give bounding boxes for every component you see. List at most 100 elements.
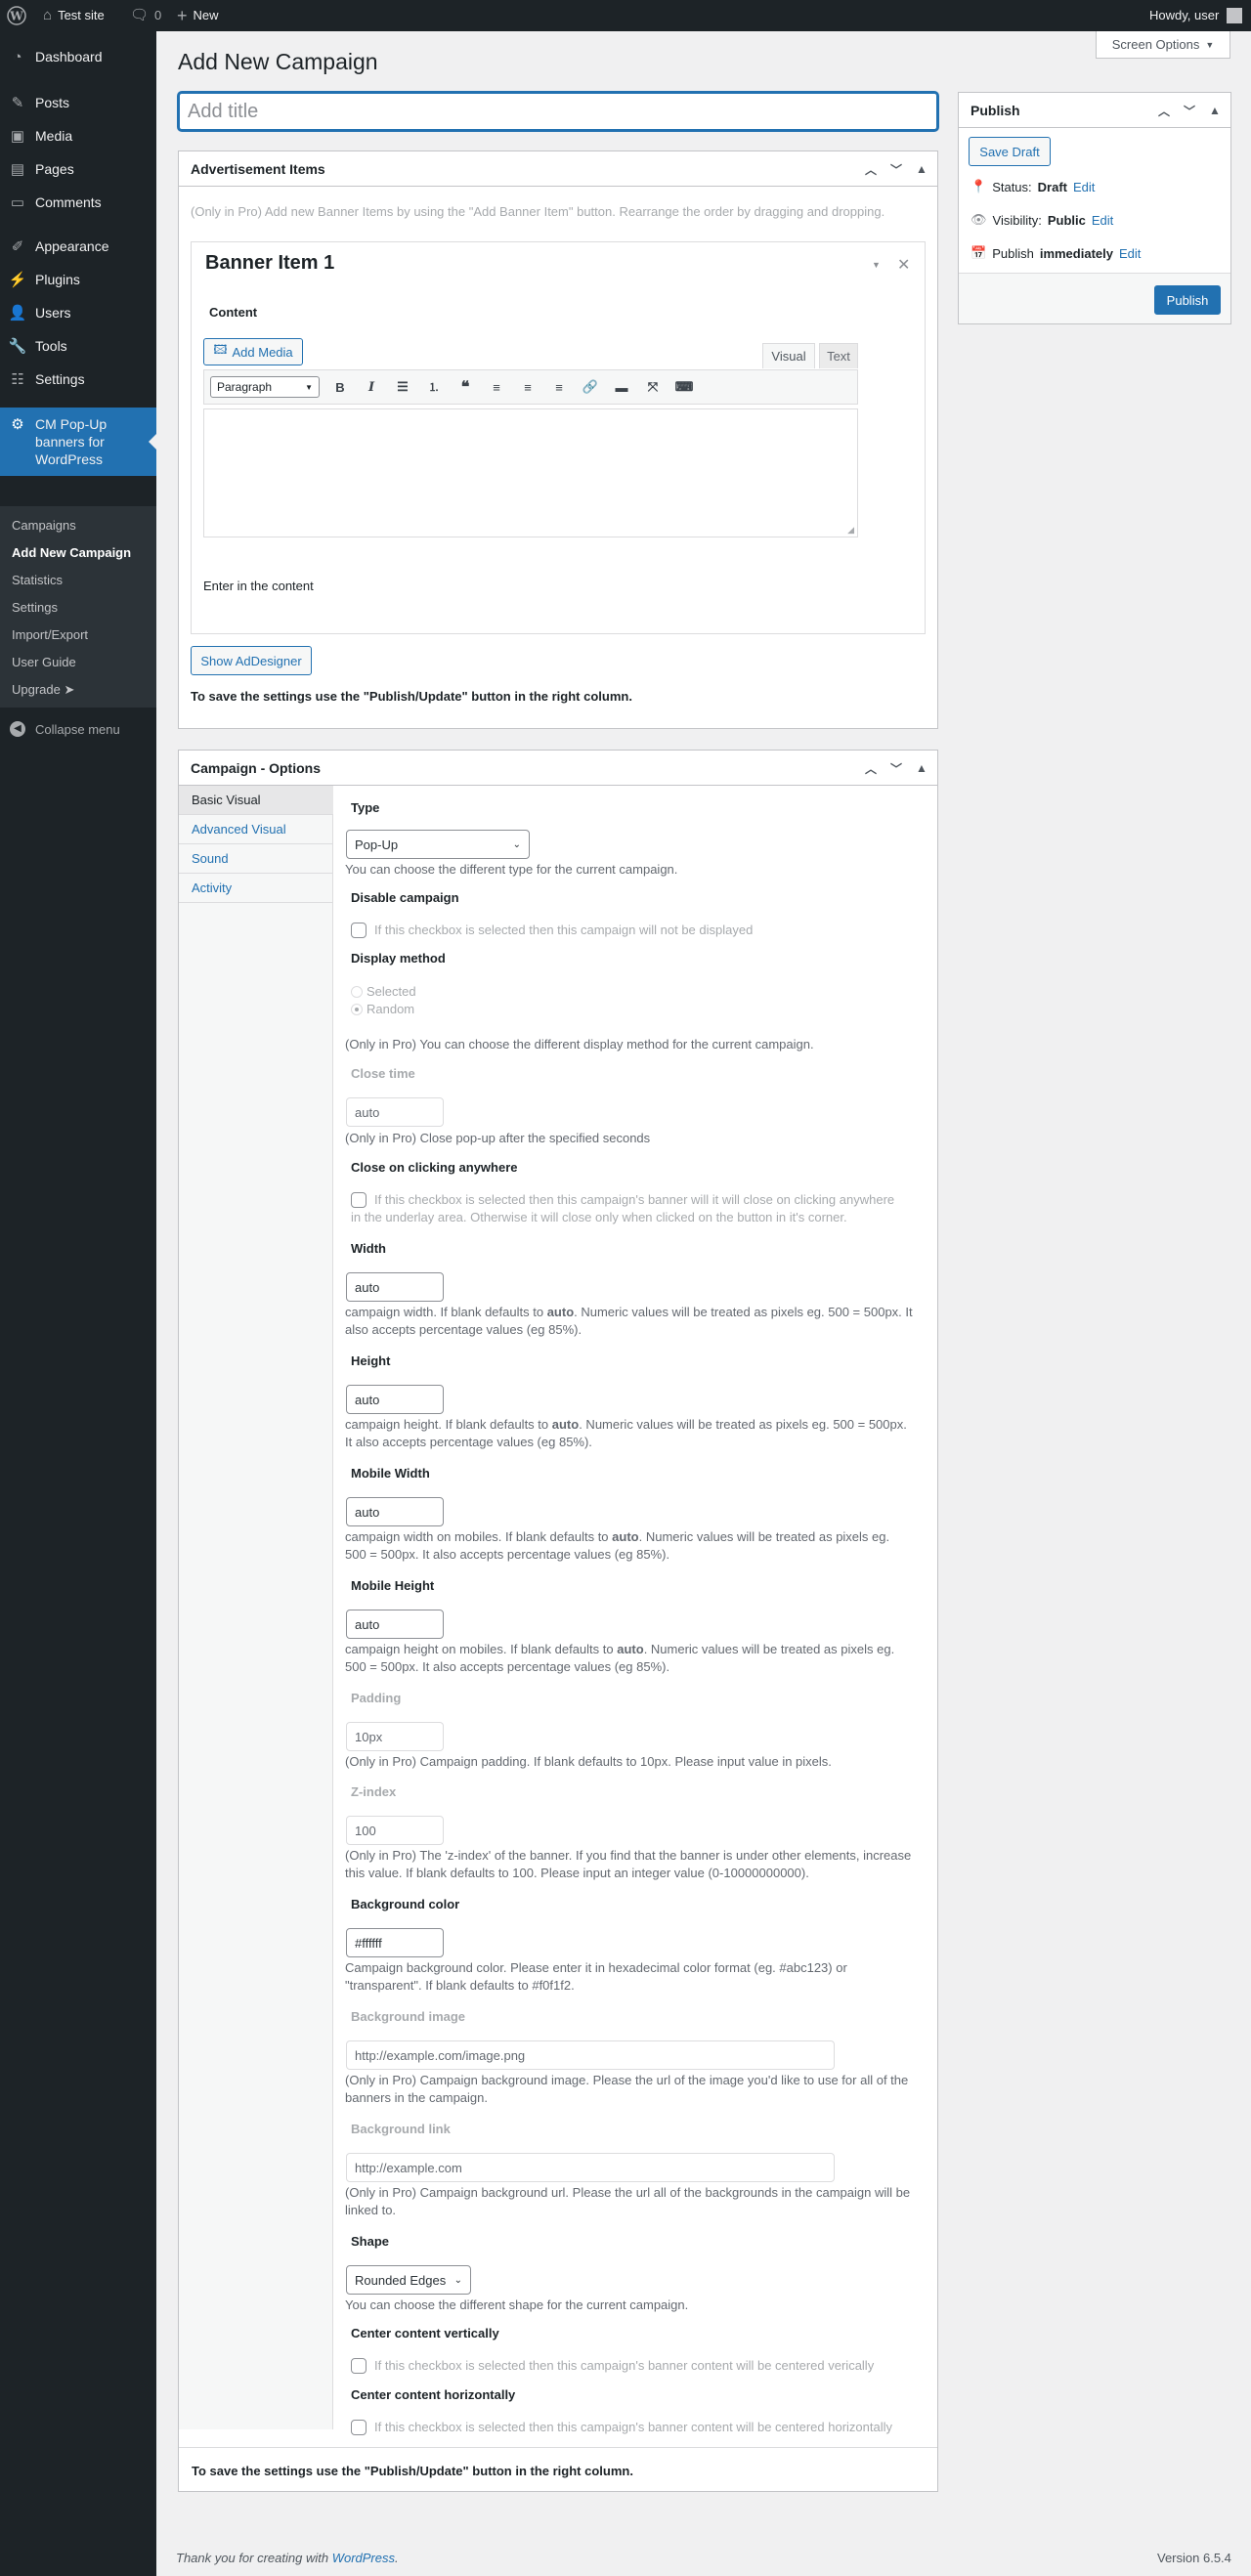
move-down-icon[interactable]: ﹀ bbox=[886, 161, 906, 178]
move-up-icon[interactable]: ︿ bbox=[861, 760, 881, 777]
align-center-icon[interactable]: ≡ bbox=[517, 376, 539, 398]
zindex-input[interactable] bbox=[346, 1816, 444, 1845]
add-media-button[interactable]: 🖾 Add Media bbox=[203, 338, 303, 365]
publish-actions: Publish bbox=[959, 273, 1230, 323]
mobile-height-input[interactable] bbox=[346, 1610, 444, 1639]
mobile-width-input[interactable] bbox=[346, 1497, 444, 1526]
move-down-icon[interactable]: ﹀ bbox=[1180, 103, 1199, 119]
move-up-icon[interactable]: ︿ bbox=[861, 161, 881, 178]
banner-collapse-icon[interactable]: ▼ bbox=[872, 260, 881, 270]
wordpress-link[interactable]: WordPress bbox=[332, 2551, 395, 2565]
eye-icon: 👁 bbox=[971, 212, 987, 227]
sidebar-item-comments[interactable]: ▭ Comments bbox=[0, 186, 156, 219]
center-horizontally-checkbox[interactable] bbox=[351, 2420, 367, 2435]
sidebar-item-dashboard[interactable]: ◔ Dashboard bbox=[0, 40, 156, 73]
tab-basic-visual[interactable]: Basic Visual bbox=[179, 786, 333, 815]
bullet-list-icon[interactable]: ☰ bbox=[392, 376, 413, 398]
shape-desc: You can choose the different shape for t… bbox=[345, 2297, 689, 2312]
align-right-icon[interactable]: ≡ bbox=[548, 376, 570, 398]
tab-activity[interactable]: Activity bbox=[179, 874, 333, 903]
banner-close-icon[interactable]: ✕ bbox=[897, 255, 910, 275]
keyboard-icon[interactable]: ⌨ bbox=[673, 376, 695, 398]
footer-thanks: Thank you for creating with WordPress. bbox=[176, 2551, 399, 2565]
submenu-user-guide[interactable]: User Guide bbox=[12, 655, 76, 669]
height-input[interactable] bbox=[346, 1385, 444, 1414]
tab-visual[interactable]: Visual bbox=[762, 343, 815, 368]
edit-publish-time-link[interactable]: Edit bbox=[1119, 246, 1141, 261]
comment-icon: 🗨 bbox=[130, 7, 150, 23]
submenu-campaigns[interactable]: Campaigns bbox=[12, 518, 76, 533]
move-down-icon[interactable]: ﹀ bbox=[886, 760, 906, 777]
save-draft-button[interactable]: Save Draft bbox=[969, 137, 1051, 166]
enter-content-hint: Enter in the content bbox=[203, 579, 314, 593]
show-addesigner-button[interactable]: Show AdDesigner bbox=[191, 646, 312, 675]
tab-sound[interactable]: Sound bbox=[179, 844, 333, 874]
blockquote-icon[interactable]: ❝ bbox=[454, 376, 476, 398]
type-select[interactable]: Pop-Up ⌄ bbox=[346, 830, 530, 859]
edit-status-link[interactable]: Edit bbox=[1073, 180, 1095, 194]
submenu-settings[interactable]: Settings bbox=[12, 600, 58, 615]
sidebar-item-plugins[interactable]: ⚡ Plugins bbox=[0, 263, 156, 296]
close-anywhere-label: Close on clicking anywhere bbox=[351, 1160, 518, 1175]
sidebar-item-appearance[interactable]: ✐ Appearance bbox=[0, 230, 156, 263]
submenu-add-new-campaign[interactable]: Add New Campaign bbox=[12, 545, 131, 560]
sidebar-item-users[interactable]: 👤 Users bbox=[0, 296, 156, 329]
fullscreen-icon[interactable]: ⤧ bbox=[642, 376, 664, 398]
disable-campaign-checkbox[interactable] bbox=[351, 923, 367, 938]
padding-input[interactable] bbox=[346, 1722, 444, 1751]
comments-link[interactable]: 🗨 0 bbox=[130, 0, 161, 31]
sidebar-item-cm-popup[interactable]: ⚙ CM Pop-Up banners for WordPress bbox=[0, 408, 156, 476]
display-selected-label: Selected bbox=[367, 984, 416, 999]
caret-down-icon: ▼ bbox=[1205, 39, 1215, 50]
sidebar-item-tools[interactable]: 🔧 Tools bbox=[0, 329, 156, 363]
numbered-list-icon[interactable]: ⒈ bbox=[423, 376, 445, 398]
toggle-panel-icon[interactable]: ▲ bbox=[912, 162, 931, 176]
collapse-menu-button[interactable]: ◀ Collapse menu bbox=[0, 717, 156, 741]
display-selected-radio[interactable] bbox=[351, 986, 363, 998]
bg-image-input[interactable] bbox=[346, 2040, 835, 2070]
submenu-upgrade[interactable]: Upgrade ➤ bbox=[12, 682, 74, 698]
close-time-input[interactable] bbox=[346, 1097, 444, 1127]
bold-icon[interactable]: B bbox=[329, 376, 351, 398]
edit-visibility-link[interactable]: Edit bbox=[1092, 213, 1113, 228]
sidebar-item-pages[interactable]: ▤ Pages bbox=[0, 152, 156, 186]
format-select[interactable]: Paragraph ▼ bbox=[210, 376, 320, 398]
pin-icon: 📍 bbox=[971, 179, 987, 193]
wordpress-logo-icon[interactable]: W bbox=[7, 0, 26, 31]
submenu-import-export[interactable]: Import/Export bbox=[12, 627, 88, 642]
bg-color-input[interactable] bbox=[346, 1928, 444, 1957]
resize-handle-icon[interactable]: ◢ bbox=[847, 525, 854, 536]
align-left-icon[interactable]: ≡ bbox=[486, 376, 507, 398]
width-desc: campaign width. If blank defaults to aut… bbox=[345, 1305, 913, 1319]
link-icon[interactable]: 🔗 bbox=[580, 376, 601, 398]
site-name-link[interactable]: ⌂ Test site bbox=[43, 0, 105, 31]
title-input[interactable] bbox=[178, 92, 938, 131]
move-up-icon[interactable]: ︿ bbox=[1154, 103, 1174, 119]
read-more-icon[interactable]: ▬ bbox=[611, 376, 632, 398]
close-time-label: Close time bbox=[351, 1066, 415, 1081]
close-anywhere-checkbox[interactable] bbox=[351, 1192, 367, 1208]
new-content-link[interactable]: + New bbox=[177, 0, 219, 31]
content-editor[interactable]: ◢ bbox=[203, 408, 858, 537]
mobile-height-desc: campaign height on mobiles. If blank def… bbox=[345, 1642, 895, 1656]
tab-text[interactable]: Text bbox=[819, 343, 858, 368]
shape-label: Shape bbox=[351, 2234, 390, 2249]
italic-icon[interactable]: I bbox=[361, 376, 382, 398]
toggle-panel-icon[interactable]: ▲ bbox=[1205, 104, 1225, 117]
sidebar-item-settings[interactable]: ☷ Settings bbox=[0, 363, 156, 396]
width-input[interactable] bbox=[346, 1272, 444, 1302]
display-random-radio[interactable] bbox=[351, 1004, 363, 1015]
bg-link-input[interactable] bbox=[346, 2153, 835, 2182]
height-desc-2: It also accepts percentage values (eg 85… bbox=[345, 1435, 592, 1449]
screen-options-button[interactable]: Screen Options ▼ bbox=[1096, 31, 1230, 59]
sidebar-item-posts[interactable]: ✎ Posts bbox=[0, 86, 156, 119]
submenu-statistics[interactable]: Statistics bbox=[12, 573, 63, 587]
shape-select[interactable]: Rounded Edges ⌄ bbox=[346, 2265, 471, 2295]
user-account-link[interactable]: Howdy, user bbox=[1149, 0, 1243, 31]
toggle-panel-icon[interactable]: ▲ bbox=[912, 761, 931, 775]
visibility-row: 👁 Visibility: Public Edit bbox=[971, 212, 1114, 228]
publish-button[interactable]: Publish bbox=[1154, 285, 1221, 315]
center-vertically-checkbox[interactable] bbox=[351, 2358, 367, 2374]
sidebar-item-media[interactable]: ▣ Media bbox=[0, 119, 156, 152]
tab-advanced-visual[interactable]: Advanced Visual bbox=[179, 815, 333, 844]
